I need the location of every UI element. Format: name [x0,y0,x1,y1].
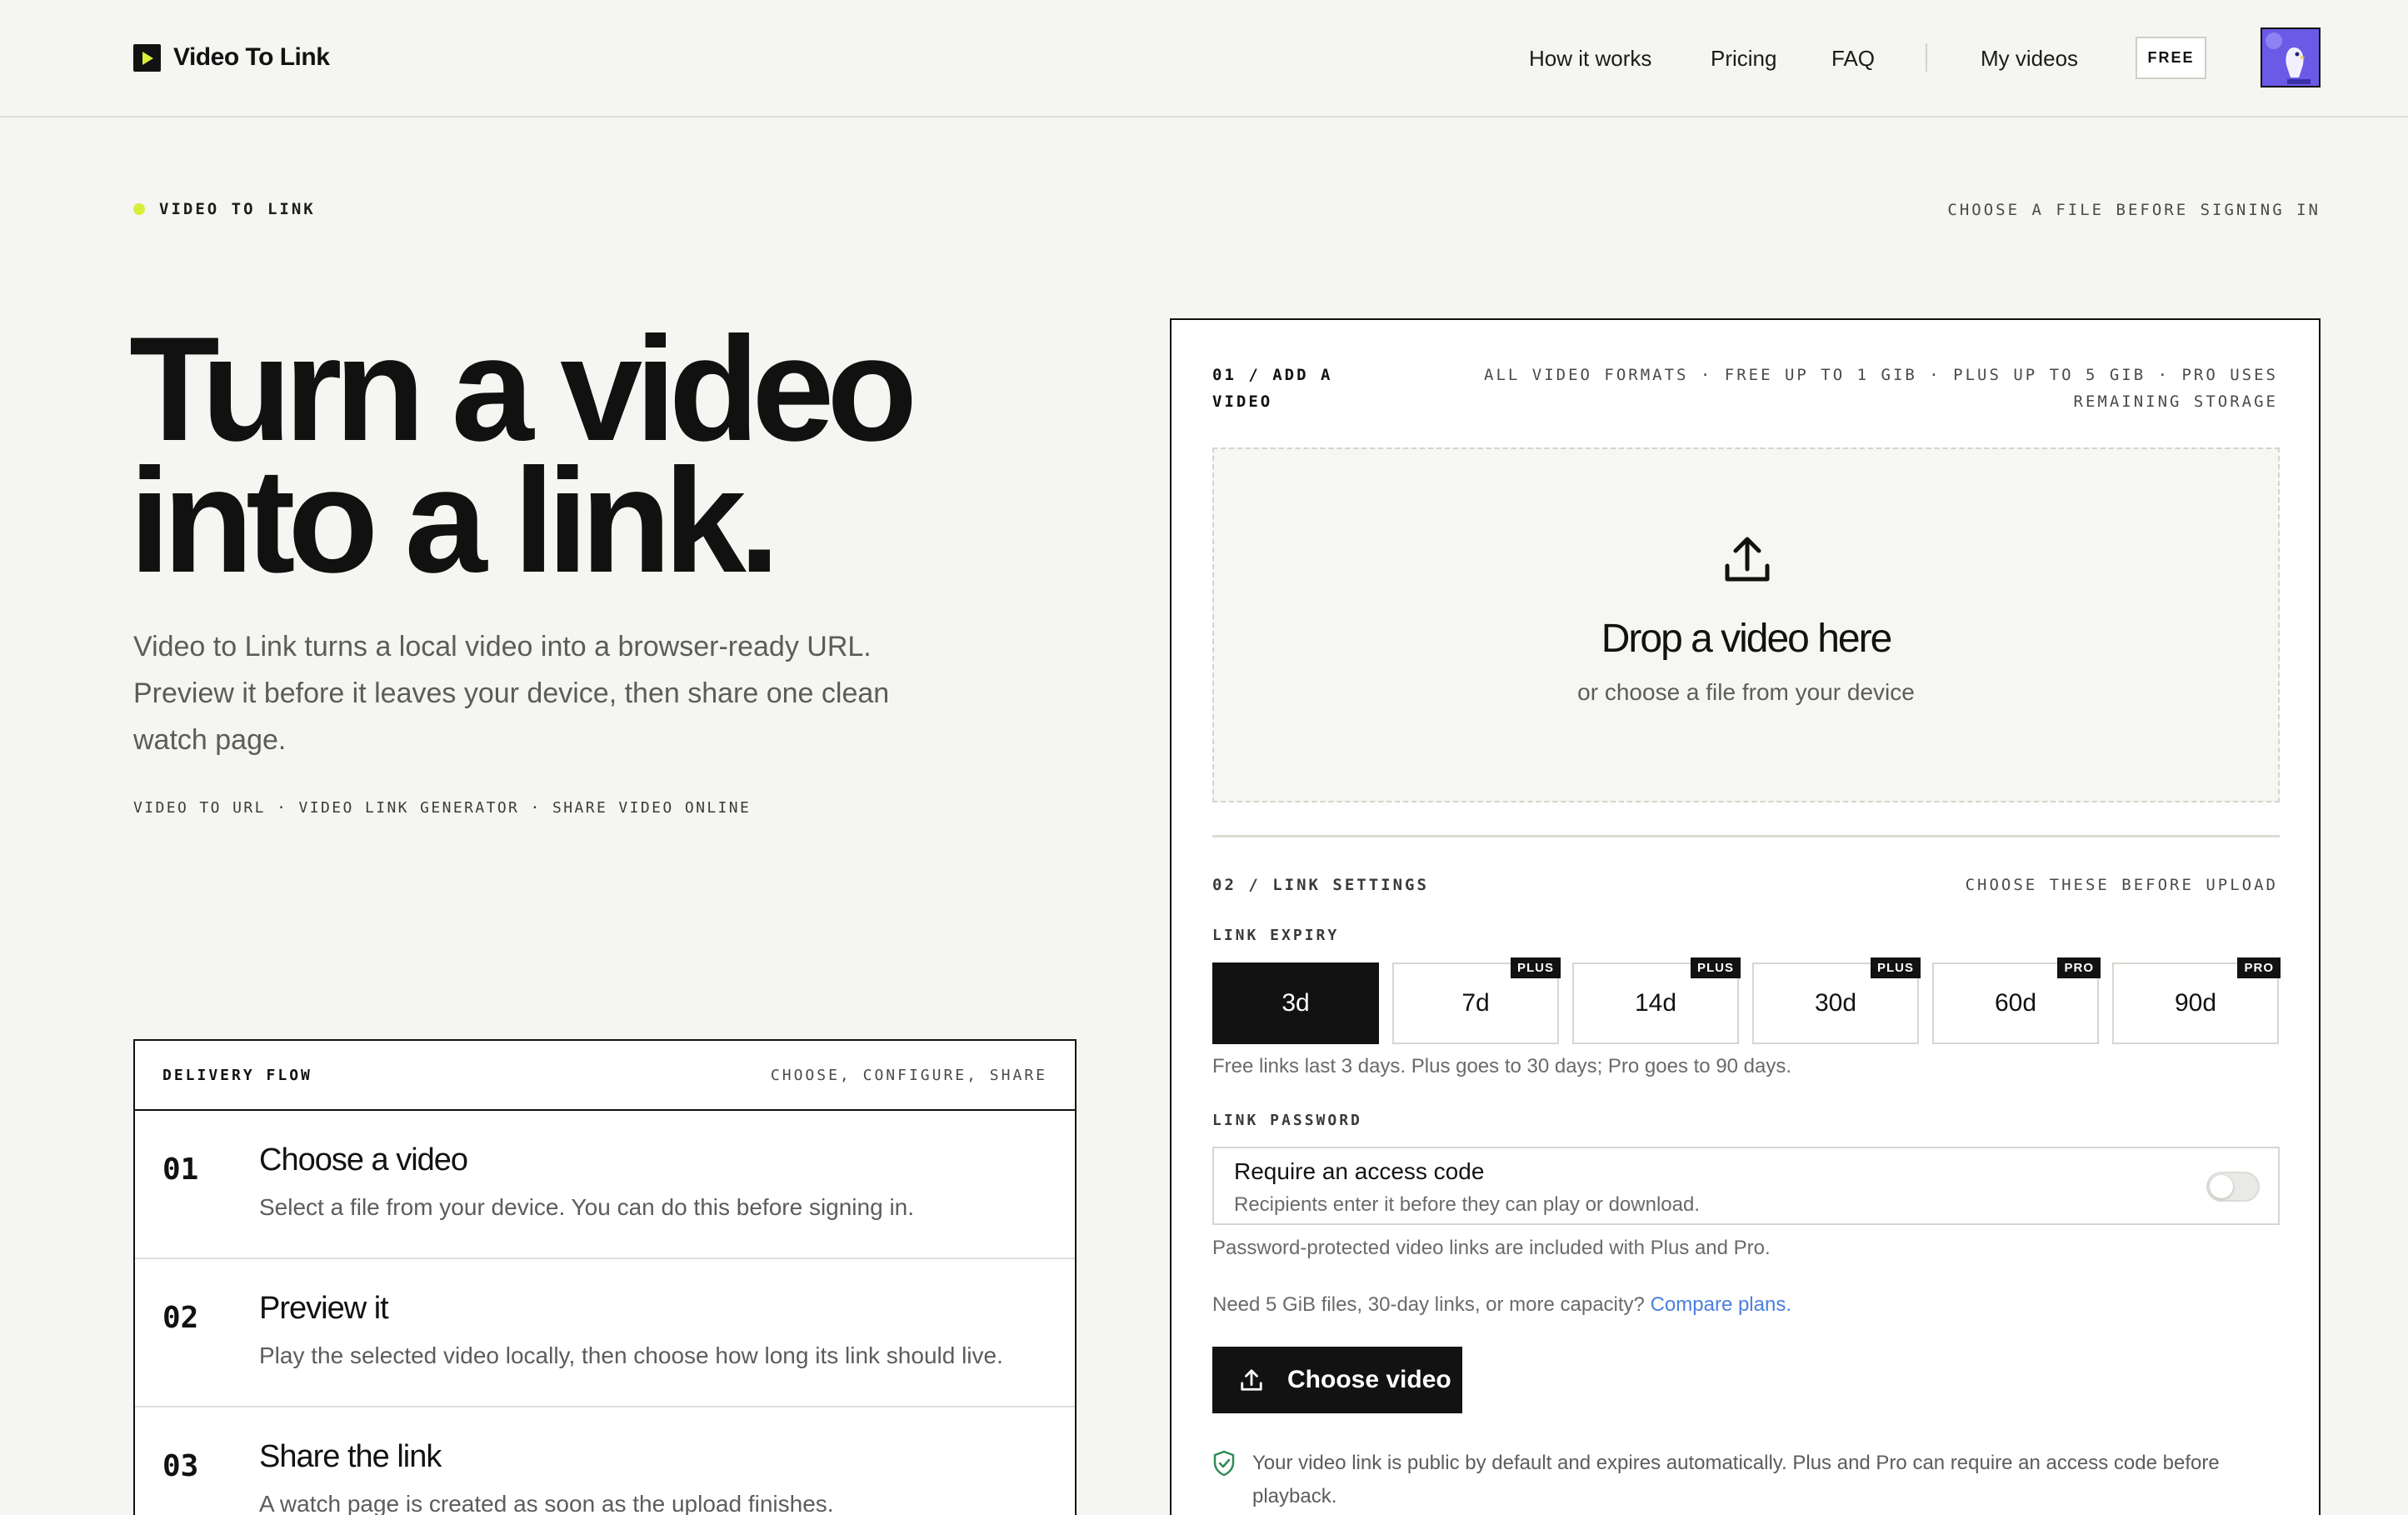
dropzone-subtitle: or choose a file from your device [1577,679,1915,705]
expiry-option-label: 7d [1461,989,1490,1017]
hero-title-line2: into a link. [129,438,780,603]
flow-step-description: Play the selected video locally, then ch… [259,1342,1003,1368]
section-divider [1212,835,2280,838]
brand-name: Video To Link [173,43,330,71]
top-header: Video To Link How it works Pricing FAQ M… [0,0,2408,118]
expiry-option-90d[interactable]: 90d PRO [2112,958,2281,1044]
delivery-flow-header: DELIVERY FLOW CHOOSE, CONFIGURE, SHARE [135,1041,1075,1111]
nav-divider [1926,43,1927,72]
pro-tier-badge: PRO [2057,958,2101,978]
avatar-bird-icon [2262,29,2319,86]
password-note: Password-protected video links are inclu… [1212,1237,1771,1259]
expiry-option-3d[interactable]: 3d [1212,962,1379,1044]
upsell-text: Need 5 GiB files, 30-day links, or more … [1212,1293,1645,1316]
flow-step-number: 03 [162,1449,199,1483]
expiry-option-label: 3d [1281,989,1310,1017]
plus-tier-badge: PLUS [1510,958,1561,978]
privacy-footnote: Your video link is public by default and… [1252,1452,2220,1508]
expiry-option-label: 60d [1994,989,2037,1017]
play-logo-icon [133,43,161,72]
avatar[interactable] [2261,28,2321,88]
expiry-option-label: 90d [2174,989,2217,1017]
link-settings-hint: CHOOSE THESE BEFORE UPLOAD [1965,876,2278,894]
expiry-note: Free links last 3 days. Plus goes to 30 … [1212,1055,1792,1078]
access-code-title: Require an access code [1234,1158,1485,1184]
delivery-flow-subtitle: CHOOSE, CONFIGURE, SHARE [770,1066,1047,1084]
flow-step-title: Preview it [259,1291,389,1326]
hero-description: Video to Link turns a local video into a… [133,631,890,756]
nav-faq[interactable]: FAQ [1831,46,1875,72]
flow-step-number: 02 [162,1301,199,1335]
access-code-toggle[interactable] [2206,1172,2260,1202]
flow-step-choose: 01 Choose a video Select a file from you… [135,1111,1075,1259]
link-password-label: LINK PASSWORD [1212,1112,1362,1129]
flow-step-number: 01 [162,1152,199,1187]
expiry-option-label: 14d [1634,989,1677,1017]
link-expiry-label: LINK EXPIRY [1212,927,1340,944]
choose-video-button[interactable]: Choose video [1212,1347,1462,1413]
flow-step-description: A watch page is created as soon as the u… [259,1491,834,1515]
pro-tier-badge: PRO [2237,958,2281,978]
upsell-line: Need 5 GiB files, 30-day links, or more … [1212,1293,1791,1317]
shield-check-icon [1213,1450,1235,1477]
hero-eyebrow-label: VIDEO TO LINK [159,200,316,218]
video-dropzone[interactable]: Drop a video here or choose a file from … [1212,448,2280,802]
plan-badge[interactable]: FREE [2136,37,2206,79]
hero-title: Turn a video into a link. [129,315,1046,595]
link-settings-step-label: 02 / LINK SETTINGS [1212,876,1429,894]
compare-plans-link[interactable]: Compare plans. [1651,1293,1791,1316]
dropzone-title: Drop a video here [1601,617,1893,661]
access-code-option[interactable]: Require an access code Recipients enter … [1212,1147,2280,1225]
expiry-option-7d[interactable]: 7d PLUS [1392,958,1561,1044]
access-code-description: Recipients enter it before they can play… [1234,1193,1700,1216]
upload-icon [1725,537,1770,582]
brand-logo[interactable]: Video To Link [133,43,330,72]
add-video-step-label: 01 / ADD A VIDEO [1212,366,1333,411]
upload-card: 01 / ADD A VIDEO ALL VIDEO FORMATS · FRE… [1170,318,2321,1515]
expiry-option-label: 30d [1814,989,1857,1017]
status-dot [133,203,145,215]
flow-step-description: Select a file from your device. You can … [259,1194,915,1220]
expiry-option-14d[interactable]: 14d PLUS [1572,958,1741,1044]
hero-eyebrow-right: CHOOSE A FILE BEFORE SIGNING IN [1947,201,2321,219]
hero-eyebrow: VIDEO TO LINK [133,200,316,218]
flow-step-title: Share the link [259,1439,442,1474]
delivery-flow-title: DELIVERY FLOW [162,1066,312,1084]
flow-step-title: Choose a video [259,1142,468,1178]
expiry-option-60d[interactable]: 60d PRO [1932,958,2101,1044]
upload-icon [1241,1369,1262,1391]
supported-formats: ALL VIDEO FORMATS · FREE UP TO 1 GIB · P… [1484,366,2278,411]
flow-step-preview: 02 Preview it Play the selected video lo… [135,1259,1075,1408]
nav-how-it-works[interactable]: How it works [1529,46,1651,72]
choose-video-label: Choose video [1287,1366,1451,1393]
nav-my-videos[interactable]: My videos [1981,46,2078,72]
plus-tier-badge: PLUS [1870,958,1921,978]
flow-step-share: 03 Share the link A watch page is create… [135,1408,1075,1515]
hero-tags: VIDEO TO URL · VIDEO LINK GENERATOR · SH… [133,799,752,817]
nav-pricing[interactable]: Pricing [1711,46,1776,72]
plus-tier-badge: PLUS [1690,958,1741,978]
expiry-option-30d[interactable]: 30d PLUS [1752,958,1921,1044]
delivery-flow-panel: DELIVERY FLOW CHOOSE, CONFIGURE, SHARE 0… [133,1039,1077,1515]
